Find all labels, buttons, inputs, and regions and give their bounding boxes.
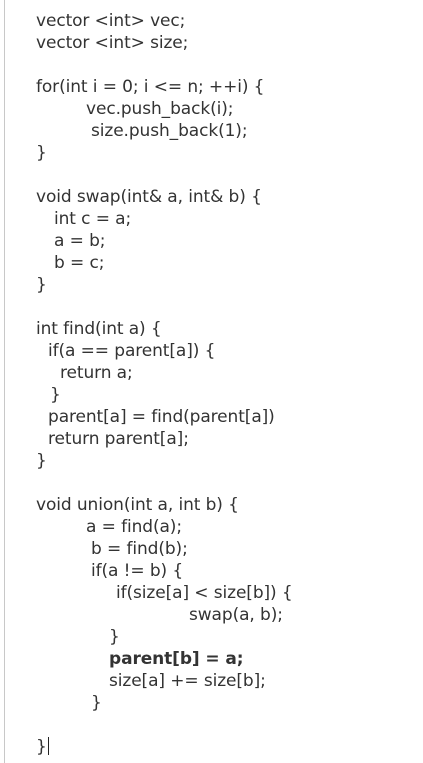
code-line-text: vector <int> size;: [36, 33, 189, 53]
code-line-text: void swap(int& a, int& b) {: [36, 187, 262, 207]
code-line[interactable]: [36, 472, 417, 494]
code-line[interactable]: vector <int> size;: [36, 32, 417, 54]
code-line[interactable]: a = find(a);: [36, 516, 417, 538]
code-line[interactable]: vec.push_back(i);: [36, 98, 417, 120]
code-line-text: }: [36, 451, 47, 471]
code-line-text: for(int i = 0; i <= n; ++i) {: [36, 77, 265, 97]
code-line[interactable]: [36, 714, 417, 736]
code-line[interactable]: b = c;: [36, 252, 417, 274]
code-line[interactable]: }: [36, 692, 417, 714]
code-line[interactable]: [36, 296, 417, 318]
code-line[interactable]: swap(a, b);: [36, 604, 417, 626]
code-line[interactable]: size.push_back(1);: [36, 120, 417, 142]
code-line-text: int find(int a) {: [36, 319, 162, 339]
code-line-text: }: [36, 143, 47, 163]
code-line-text: swap(a, b);: [189, 605, 283, 625]
code-line[interactable]: vector <int> vec;: [36, 10, 417, 32]
code-line[interactable]: if(a != b) {: [36, 560, 417, 582]
code-line-text: parent[b] = a;: [109, 649, 244, 669]
code-line-text: }: [109, 627, 120, 647]
code-line-text: return a;: [60, 363, 133, 383]
code-line-text: if(a != b) {: [91, 561, 184, 581]
code-line[interactable]: [36, 54, 417, 76]
code-line[interactable]: }: [36, 274, 417, 296]
code-line[interactable]: }: [36, 450, 417, 472]
code-line-text: return parent[a];: [48, 429, 189, 449]
code-line[interactable]: void union(int a, int b) {: [36, 494, 417, 516]
code-line-text: int c = a;: [54, 209, 132, 229]
code-editor[interactable]: vector <int> vec; vector <int> size; for(i…: [36, 10, 417, 763]
code-line[interactable]: size[a] += size[b];: [36, 670, 417, 692]
code-line[interactable]: return parent[a];: [36, 428, 417, 450]
code-line-text: size[a] += size[b];: [109, 671, 266, 691]
code-line-text: b = c;: [54, 253, 105, 273]
code-line[interactable]: return a;: [36, 362, 417, 384]
code-line[interactable]: b = find(b);: [36, 538, 417, 560]
code-line-text: vector <int> vec;: [36, 11, 186, 31]
code-line[interactable]: }: [36, 384, 417, 406]
text-caret: [47, 737, 49, 755]
code-line[interactable]: [36, 164, 417, 186]
code-line[interactable]: if(a == parent[a]) {: [36, 340, 417, 362]
code-line[interactable]: for(int i = 0; i <= n; ++i) {: [36, 76, 417, 98]
code-line-text: }: [91, 693, 102, 713]
code-line-text: parent[a] = find(parent[a]): [48, 407, 275, 427]
code-line[interactable]: }: [36, 736, 417, 758]
code-line-text: }: [36, 275, 47, 295]
code-line-text: void union(int a, int b) {: [36, 495, 239, 515]
code-line[interactable]: int c = a;: [36, 208, 417, 230]
code-line-text: a = b;: [54, 231, 106, 251]
code-line-text: a = find(a);: [86, 517, 182, 537]
code-line[interactable]: a = b;: [36, 230, 417, 252]
code-line-text: }: [50, 385, 61, 405]
code-line[interactable]: }: [36, 142, 417, 164]
code-line[interactable]: void swap(int& a, int& b) {: [36, 186, 417, 208]
code-line-text: }: [36, 737, 47, 757]
code-line[interactable]: parent[b] = a;: [36, 648, 417, 670]
code-line[interactable]: if(size[a] < size[b]) {: [36, 582, 417, 604]
code-line[interactable]: int find(int a) {: [36, 318, 417, 340]
code-line-text: vec.push_back(i);: [86, 99, 234, 119]
code-line-text: size.push_back(1);: [91, 121, 248, 141]
code-line-text: if(a == parent[a]) {: [48, 341, 216, 361]
code-line-text: b = find(b);: [91, 539, 188, 559]
code-line[interactable]: }: [36, 626, 417, 648]
code-line[interactable]: parent[a] = find(parent[a]): [36, 406, 417, 428]
code-line-text: if(size[a] < size[b]) {: [116, 583, 293, 603]
code-editor-frame: vector <int> vec; vector <int> size; for(i…: [4, 0, 423, 763]
